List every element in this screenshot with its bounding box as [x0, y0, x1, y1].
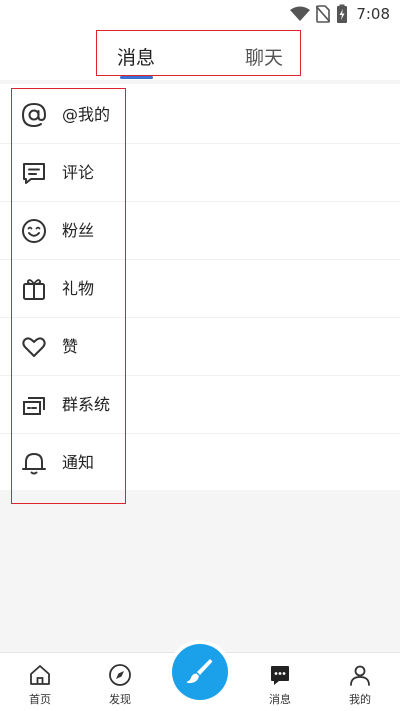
bell-icon: [22, 453, 46, 475]
nav-label: 首页: [29, 693, 51, 706]
nav-messages[interactable]: 消息: [250, 653, 310, 711]
battery-charging-icon: [337, 4, 348, 23]
active-tab-indicator: [120, 76, 153, 79]
menu-item-likes[interactable]: 赞: [0, 318, 400, 376]
menu-item-fans[interactable]: 粉丝: [0, 202, 400, 260]
comment-icon: [23, 163, 45, 184]
tab-messages[interactable]: 消息: [117, 31, 155, 77]
nav-label: 我的: [349, 693, 371, 706]
message-category-list: @我的 评论 粉丝 礼物 赞 群系统 通知: [0, 84, 400, 504]
menu-item-comments[interactable]: 评论: [0, 144, 400, 202]
tab-chat[interactable]: 聊天: [245, 31, 283, 77]
menu-label: 礼物: [62, 279, 95, 298]
menu-label: 评论: [62, 163, 95, 182]
menu-item-at-me[interactable]: @我的: [0, 86, 400, 144]
at-icon: [21, 102, 47, 128]
menu-item-notifications[interactable]: 通知: [0, 434, 400, 492]
menu-label: 通知: [62, 453, 95, 472]
home-icon: [30, 665, 50, 685]
menu-label: 群系统: [62, 395, 111, 414]
create-post-button[interactable]: [168, 640, 232, 704]
status-time: 7:08: [356, 5, 390, 23]
menu-label: 赞: [62, 337, 79, 356]
compass-icon: [109, 664, 131, 686]
menu-label: @我的: [62, 105, 111, 124]
status-icons: 7:08: [290, 4, 390, 24]
wifi-icon: [290, 6, 311, 21]
menu-item-gifts[interactable]: 礼物: [0, 260, 400, 318]
heart-icon: [22, 337, 46, 357]
person-icon: [350, 665, 370, 686]
nav-label: 发现: [109, 693, 131, 706]
header: 消息 聊天: [0, 28, 400, 80]
no-sim-icon: [316, 5, 331, 23]
smile-icon: [22, 219, 46, 243]
group-icon: [23, 397, 45, 415]
message-icon: [271, 666, 289, 685]
nav-profile[interactable]: 我的: [330, 653, 390, 711]
nav-home[interactable]: 首页: [10, 653, 70, 711]
brush-icon: [186, 659, 213, 684]
tab-bar: 消息 聊天: [96, 30, 301, 79]
fab-circle: [172, 644, 228, 700]
menu-label: 粉丝: [62, 221, 95, 240]
menu-item-group-system[interactable]: 群系统: [0, 376, 400, 434]
nav-label: 消息: [269, 693, 291, 706]
status-bar: 7:08: [0, 0, 400, 28]
nav-discover[interactable]: 发现: [90, 653, 150, 711]
gift-icon: [23, 279, 45, 300]
